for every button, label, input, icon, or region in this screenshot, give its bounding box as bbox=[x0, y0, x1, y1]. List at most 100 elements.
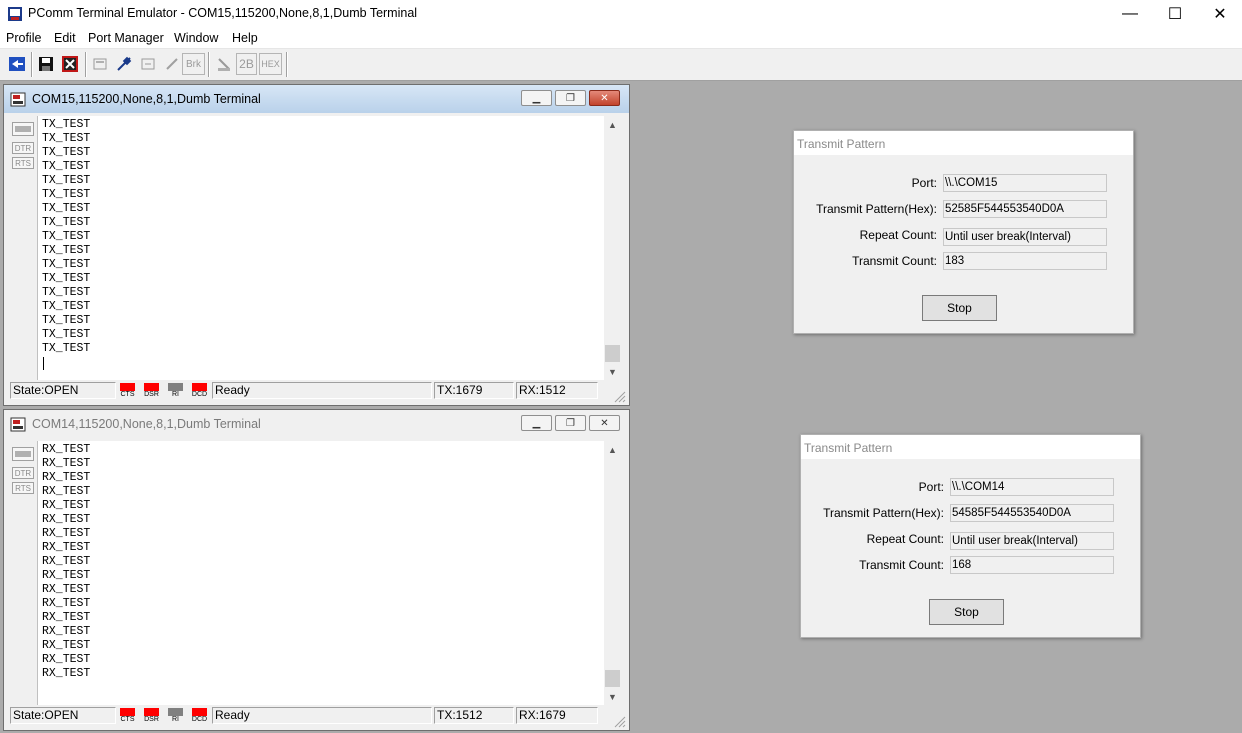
menu-edit[interactable]: Edit bbox=[54, 31, 76, 45]
scroll-up-arrow-icon[interactable]: ▲ bbox=[604, 441, 621, 458]
2b-button[interactable]: 2B bbox=[236, 53, 257, 75]
terminal-output[interactable]: TX_TEST TX_TEST TX_TEST TX_TEST TX_TEST … bbox=[38, 116, 605, 380]
dtr-button[interactable]: DTR bbox=[12, 467, 34, 479]
rts-button[interactable]: RTS bbox=[12, 482, 34, 494]
terminal-output[interactable]: RX_TEST RX_TEST RX_TEST RX_TEST RX_TEST … bbox=[38, 441, 605, 705]
dialog-titlebar[interactable]: Transmit Pattern bbox=[801, 435, 1140, 459]
terminal-line: RX_TEST bbox=[42, 485, 91, 498]
menu-port-manager[interactable]: Port Manager bbox=[88, 31, 164, 45]
terminal-toggle-button[interactable] bbox=[12, 447, 34, 461]
open-terminal-icon bbox=[9, 57, 25, 71]
transmit-pattern-dialog-com14[interactable]: Transmit Pattern Port: \\.\COM14 Transmi… bbox=[800, 434, 1141, 638]
terminal-minimize-button[interactable]: ▁ bbox=[521, 90, 552, 106]
transmit-pattern-dialog-com15[interactable]: Transmit Pattern Port: \\.\COM15 Transmi… bbox=[793, 130, 1134, 334]
repeat-count-label: Repeat Count: bbox=[859, 228, 937, 242]
stop-button[interactable]: Stop bbox=[922, 295, 997, 321]
status-message: Ready bbox=[212, 707, 432, 724]
terminal-line: TX_TEST bbox=[42, 202, 91, 215]
transmit-count-field: 183 bbox=[943, 252, 1107, 270]
menu-profile[interactable]: Profile bbox=[6, 31, 41, 45]
maximize-button[interactable]: ☐ bbox=[1152, 0, 1198, 27]
terminal-title: COM14,115200,None,8,1,Dumb Terminal bbox=[32, 417, 261, 431]
dcd-led: DCD bbox=[190, 382, 209, 399]
terminal-line: RX_TEST bbox=[42, 639, 91, 652]
dsr-led: DSR bbox=[142, 382, 161, 399]
resize-grip-icon[interactable] bbox=[612, 714, 626, 728]
text-cursor bbox=[43, 357, 44, 370]
terminal-line: RX_TEST bbox=[42, 667, 91, 680]
status-message: Ready bbox=[212, 382, 432, 399]
app-titlebar[interactable]: PComm Terminal Emulator - COM15,115200,N… bbox=[0, 0, 1242, 27]
terminal-window-com14[interactable]: COM14,115200,None,8,1,Dumb Terminal ▁ ❐ … bbox=[3, 409, 630, 731]
dialog-titlebar[interactable]: Transmit Pattern bbox=[794, 131, 1133, 155]
disconnect-icon bbox=[166, 58, 178, 70]
save-button[interactable] bbox=[35, 53, 57, 75]
menu-window[interactable]: Window bbox=[174, 31, 218, 45]
toolbar: Brk 2B HEX bbox=[0, 49, 1242, 81]
scroll-thumb[interactable] bbox=[605, 670, 620, 687]
transmit-count-label: Transmit Count: bbox=[852, 254, 937, 268]
terminal-line: RX_TEST bbox=[42, 569, 91, 582]
terminal-line: RX_TEST bbox=[42, 653, 91, 666]
dtr-button[interactable]: DTR bbox=[12, 142, 34, 154]
dialog-title: Transmit Pattern bbox=[804, 441, 893, 455]
disconnect-button[interactable] bbox=[161, 53, 183, 75]
menu-bar: Profile Edit Port Manager Window Help bbox=[0, 27, 1242, 49]
terminal-window-com15[interactable]: COM15,115200,None,8,1,Dumb Terminal ▁ ❐ … bbox=[3, 84, 630, 406]
state-field: State:OPEN bbox=[10, 382, 116, 399]
mdi-client-area: COM15,115200,None,8,1,Dumb Terminal ▁ ❐ … bbox=[0, 81, 1242, 733]
rx-counter: RX:1679 bbox=[516, 707, 598, 724]
repeat-count-field: Until user break(Interval) bbox=[950, 532, 1114, 550]
terminal-status-bar: State:OPEN CTS DSR RI DCD Ready TX:1679 … bbox=[8, 382, 625, 400]
terminal-titlebar[interactable]: COM14,115200,None,8,1,Dumb Terminal ▁ ❐ … bbox=[4, 410, 629, 438]
break-button[interactable]: Brk bbox=[182, 53, 205, 75]
terminal-line: RX_TEST bbox=[42, 457, 91, 470]
terminal-titlebar[interactable]: COM15,115200,None,8,1,Dumb Terminal ▁ ❐ … bbox=[4, 85, 629, 113]
terminal-restore-button[interactable]: ❐ bbox=[555, 90, 586, 106]
scroll-down-arrow-icon[interactable]: ▼ bbox=[604, 363, 621, 380]
terminal-line: TX_TEST bbox=[42, 314, 91, 327]
terminal-scrollbar[interactable]: ▲ ▼ bbox=[604, 441, 621, 705]
stop-button[interactable]: Stop bbox=[929, 599, 1004, 625]
terminal-restore-button[interactable]: ❐ bbox=[555, 415, 586, 431]
transmit-count-label: Transmit Count: bbox=[859, 558, 944, 572]
save-icon bbox=[39, 57, 53, 71]
settings-button[interactable] bbox=[89, 53, 111, 75]
port-field: \\.\COM15 bbox=[943, 174, 1107, 192]
minimize-button[interactable]: — bbox=[1107, 0, 1153, 27]
close-button[interactable]: ✕ bbox=[1197, 0, 1242, 27]
transmit-count-field: 168 bbox=[950, 556, 1114, 574]
open-terminal-button[interactable] bbox=[6, 53, 28, 75]
line-control-panel: DTR RTS bbox=[8, 116, 38, 380]
scroll-down-arrow-icon[interactable]: ▼ bbox=[604, 688, 621, 705]
transfer-icon bbox=[141, 58, 155, 70]
terminal-line: RX_TEST bbox=[42, 527, 91, 540]
connect-button[interactable] bbox=[113, 53, 135, 75]
pattern-label: Transmit Pattern(Hex): bbox=[823, 506, 944, 520]
resize-grip-icon[interactable] bbox=[612, 389, 626, 403]
pcomm-app-icon bbox=[8, 7, 22, 21]
terminal-line: RX_TEST bbox=[42, 555, 91, 568]
terminal-close-button[interactable]: ✕ bbox=[589, 415, 620, 431]
terminal-icon bbox=[10, 417, 26, 432]
terminal-toggle-button[interactable] bbox=[12, 122, 34, 136]
hex-button[interactable]: HEX bbox=[259, 53, 282, 75]
terminal-scrollbar[interactable]: ▲ ▼ bbox=[604, 116, 621, 380]
scroll-thumb[interactable] bbox=[605, 345, 620, 362]
terminal-line: RX_TEST bbox=[42, 625, 91, 638]
terminal-close-button[interactable]: ✕ bbox=[589, 90, 620, 106]
terminal-line: RX_TEST bbox=[42, 513, 91, 526]
terminal-line: TX_TEST bbox=[42, 216, 91, 229]
terminal-status-bar: State:OPEN CTS DSR RI DCD Ready TX:1512 … bbox=[8, 707, 625, 725]
terminal-line: TX_TEST bbox=[42, 244, 91, 257]
terminal-title: COM15,115200,None,8,1,Dumb Terminal bbox=[32, 92, 261, 106]
port-label: Port: bbox=[918, 480, 944, 494]
menu-help[interactable]: Help bbox=[232, 31, 258, 45]
terminal-minimize-button[interactable]: ▁ bbox=[521, 415, 552, 431]
capture-button[interactable] bbox=[59, 53, 81, 75]
transfer-button[interactable] bbox=[137, 53, 159, 75]
io-button[interactable] bbox=[213, 53, 235, 75]
scroll-up-arrow-icon[interactable]: ▲ bbox=[604, 116, 621, 133]
rts-button[interactable]: RTS bbox=[12, 157, 34, 169]
pattern-field: 54585F544553540D0A bbox=[950, 504, 1114, 522]
